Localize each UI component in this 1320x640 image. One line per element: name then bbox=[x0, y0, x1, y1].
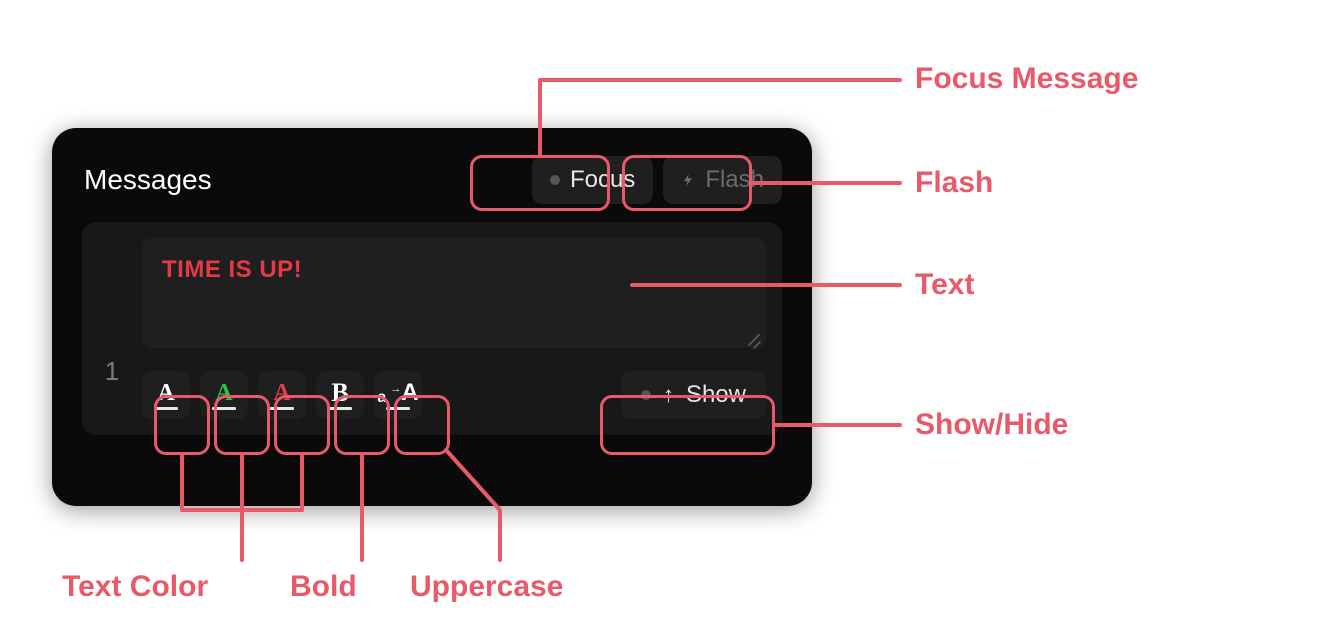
focus-button-label: Focus bbox=[570, 166, 635, 194]
underline-icon bbox=[328, 407, 352, 410]
uppercase-button[interactable]: a →A bbox=[374, 371, 422, 419]
case-big-letter: A bbox=[401, 379, 418, 407]
letter-a-icon: A bbox=[157, 380, 174, 407]
underline-icon bbox=[386, 407, 410, 410]
letter-a-icon: A bbox=[215, 380, 232, 407]
arrow-up-icon: ↑ bbox=[663, 382, 674, 408]
underline-icon bbox=[270, 407, 294, 410]
status-dot-icon bbox=[641, 390, 651, 400]
annotation-uppercase: Uppercase bbox=[410, 570, 563, 604]
show-hide-button[interactable]: ↑ Show bbox=[621, 371, 766, 419]
text-color-green-button[interactable]: A bbox=[200, 371, 248, 419]
bold-button[interactable]: B bbox=[316, 371, 364, 419]
status-dot-icon bbox=[550, 175, 560, 185]
annotation-focus-message: Focus Message bbox=[915, 62, 1138, 96]
text-color-white-button[interactable]: A bbox=[142, 371, 190, 419]
panel-header: Messages Focus Flash bbox=[52, 128, 812, 222]
textarea-wrap bbox=[142, 238, 766, 353]
message-text-input[interactable] bbox=[142, 238, 766, 348]
annotation-show-hide: Show/Hide bbox=[915, 408, 1068, 442]
annotation-flash: Flash bbox=[915, 166, 993, 200]
annotation-bold: Bold bbox=[290, 570, 357, 604]
annotation-text-color: Text Color bbox=[62, 570, 208, 604]
annotation-text: Text bbox=[915, 268, 974, 302]
message-row: 1 A A bbox=[52, 222, 812, 435]
message-controls: A A A B bbox=[142, 371, 766, 419]
message-block: 1 A A bbox=[82, 222, 782, 435]
case-small-letter: a bbox=[377, 389, 386, 407]
uppercase-icon: a →A bbox=[377, 379, 418, 407]
header-buttons: Focus Flash bbox=[532, 156, 782, 204]
underline-icon bbox=[212, 407, 236, 410]
bold-icon: B bbox=[331, 378, 348, 408]
panel-title: Messages bbox=[84, 164, 212, 196]
letter-a-icon: A bbox=[273, 380, 290, 407]
bolt-icon bbox=[681, 169, 695, 191]
text-color-red-button[interactable]: A bbox=[258, 371, 306, 419]
messages-panel: Messages Focus Flash 1 bbox=[52, 128, 812, 506]
flash-button[interactable]: Flash bbox=[663, 156, 782, 204]
message-index: 1 bbox=[82, 222, 142, 435]
flash-button-label: Flash bbox=[705, 166, 764, 194]
show-button-label: Show bbox=[686, 381, 746, 409]
arrow-right-icon: → bbox=[390, 383, 401, 395]
focus-button[interactable]: Focus bbox=[532, 156, 653, 204]
underline-icon bbox=[154, 407, 178, 410]
format-group: A A A B bbox=[142, 371, 422, 419]
